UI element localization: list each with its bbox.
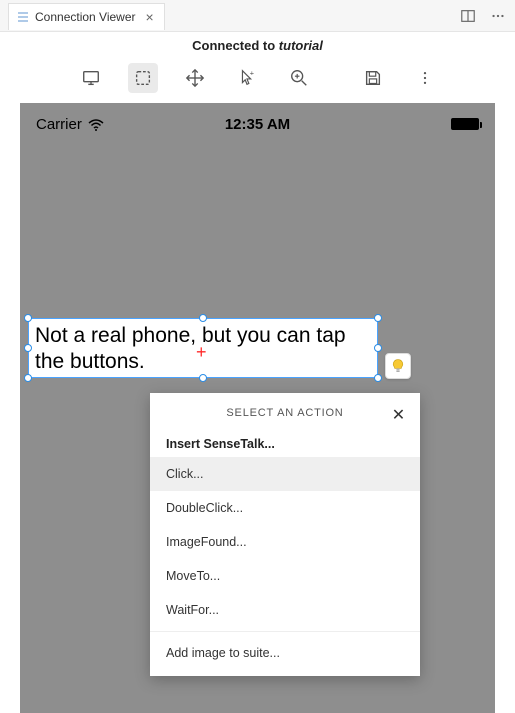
wifi-icon (88, 118, 104, 130)
menu-separator (150, 631, 420, 632)
resize-handle-sw[interactable] (24, 374, 32, 382)
close-icon[interactable]: × (146, 9, 154, 25)
titlebar-right (459, 7, 507, 25)
zoom-icon[interactable] (284, 63, 314, 93)
carrier-label: Carrier (36, 116, 82, 133)
monitor-icon[interactable] (76, 63, 106, 93)
toolbar: + (0, 57, 515, 103)
svg-text:+: + (249, 68, 253, 77)
resize-handle-se[interactable] (374, 374, 382, 382)
action-moveto[interactable]: MoveTo... (150, 559, 420, 593)
action-imagefound[interactable]: ImageFound... (150, 525, 420, 559)
lightbulb-button[interactable] (385, 353, 411, 379)
resize-handle-nw[interactable] (24, 314, 32, 322)
resize-handle-w[interactable] (24, 344, 32, 352)
connected-target: tutorial (279, 38, 323, 53)
selection-tool-icon[interactable] (128, 63, 158, 93)
popup-section-label: Insert SenseTalk... (150, 429, 420, 457)
resize-handle-n[interactable] (199, 314, 207, 322)
move-icon[interactable] (180, 63, 210, 93)
action-doubleclick[interactable]: DoubleClick... (150, 491, 420, 525)
popup-header: SELECT AN ACTION ✕ (150, 393, 420, 429)
resize-handle-e[interactable] (374, 344, 382, 352)
action-click[interactable]: Click... (150, 457, 420, 491)
more-icon[interactable] (489, 7, 507, 25)
titlebar: Connection Viewer × (0, 0, 515, 32)
more-vertical-icon[interactable] (410, 63, 440, 93)
device-viewport[interactable]: Carrier 12:35 AM Not a real phone, but y… (20, 103, 495, 713)
popup-close-icon[interactable]: ✕ (392, 405, 406, 425)
connected-prefix: Connected to (192, 38, 279, 53)
battery-icon (451, 118, 479, 130)
resize-handle-ne[interactable] (374, 314, 382, 322)
save-icon[interactable] (358, 63, 388, 93)
pointer-icon[interactable]: + (232, 63, 262, 93)
split-pane-icon[interactable] (459, 7, 477, 25)
popup-title: SELECT AN ACTION (226, 407, 343, 419)
resize-handle-s[interactable] (199, 374, 207, 382)
device-statusbar: Carrier 12:35 AM (20, 113, 495, 135)
tab-connection-viewer[interactable]: Connection Viewer × (8, 3, 165, 30)
action-popup: SELECT AN ACTION ✕ Insert SenseTalk... C… (150, 393, 420, 676)
action-add-image[interactable]: Add image to suite... (150, 636, 420, 670)
action-waitfor[interactable]: WaitFor... (150, 593, 420, 627)
tab-label: Connection Viewer (35, 10, 136, 24)
clock: 12:35 AM (225, 116, 290, 133)
connection-status: Connected to tutorial (0, 32, 515, 57)
list-icon (17, 11, 29, 23)
